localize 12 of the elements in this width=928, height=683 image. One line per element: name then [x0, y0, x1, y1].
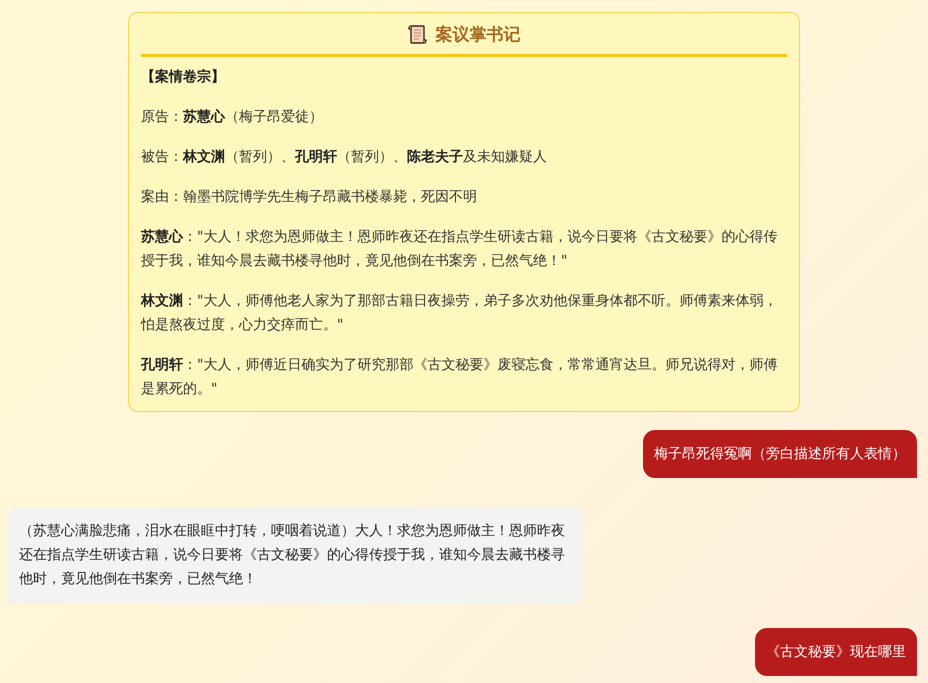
case-paragraph: 苏慧心："大人！求您为恩师做主！恩师昨夜还在指点学生研读古籍，说今日要将《古文秘要》的心得传授于我，谁知今晨去藏书楼寻他时，竟见他倒在书案旁，已然气绝！": [141, 228, 778, 271]
user-message: 《古文秘要》现在哪里: [755, 628, 917, 676]
case-paragraph: 原告：苏慧心（梅子昂爱徒）: [141, 108, 324, 127]
user-message: 梅子昂死得冤啊（旁白描述所有人表情）: [643, 430, 917, 478]
case-paragraph: 孔明轩："大人，师傅近日确实为了研究那部《古文秘要》废寝忘食，常常通宵达旦。师兄说得对，师傅是累死的。": [141, 356, 778, 399]
card-title: 案议掌书记: [436, 24, 520, 47]
case-paragraph: 林文渊："大人，师傅他老人家为了那部古籍日夜操劳，弟子多次劝他保重身体都不听。师傅素来体弱，怕是熬夜过度，心力交瘁而亡。": [141, 292, 778, 335]
case-paragraph: 被告：林文渊（暂列）、孔明轩（暂列）、陈老夫子及未知嫌疑人: [141, 148, 548, 167]
section-heading: 【案情卷宗】: [141, 68, 226, 87]
case-paragraph: 案由：翰墨书院博学先生梅子昂藏书楼暴毙，死因不明: [141, 188, 478, 207]
reply-message: （苏慧心满脸悲痛，泪水在眼眶中打转，哽咽着说道）大人！求您为恩师做主！恩师昨夜还在指点学生研读古籍，说今日要将《古文秘要》的心得传授于我，谁知今晨去藏书楼寻他时，竟见他倒在书案旁，已然气绝！: [7, 507, 583, 604]
scroll-icon: [408, 24, 428, 46]
